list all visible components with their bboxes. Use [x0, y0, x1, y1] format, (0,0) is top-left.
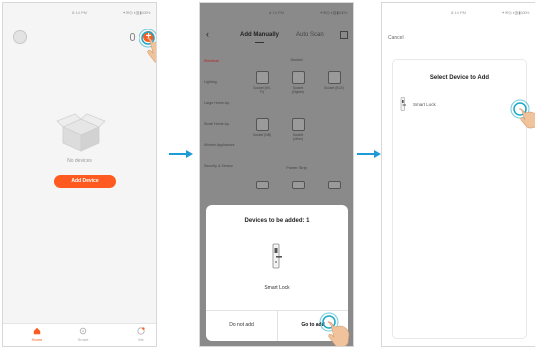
tap-hand-icon	[139, 29, 156, 63]
smart-lock-icon	[272, 243, 282, 269]
grid-item[interactable]: Socket (other)	[288, 118, 308, 141]
socket-icon	[327, 71, 341, 84]
status-bar: 8:14 PM ✦ ✉ ◎ ◑ ▥ ▮ 100%	[200, 9, 353, 17]
tap-hand-icon	[319, 312, 350, 346]
status-icons: ✦ ✉ ◎ ◑ ▥ ▮ 100%	[122, 10, 151, 15]
sheet-title: Devices to be added: 1	[244, 218, 310, 224]
grid-item[interactable]: Socket (BLE)	[324, 71, 344, 90]
home-avatar-icon[interactable]	[13, 30, 27, 44]
tab-me[interactable]: Me	[121, 327, 156, 342]
sidebar-item-small-home[interactable]: Small Home Ap.	[200, 116, 240, 137]
add-device-button[interactable]: Add Device	[54, 175, 116, 188]
socket-icon	[291, 71, 305, 84]
sidebar-item-electrical[interactable]: Electrical	[200, 53, 240, 74]
grid-item-label: Socket (NB)	[252, 133, 272, 137]
power-strip-icon	[291, 181, 305, 189]
sidebar-item-kitchen[interactable]: Kitchen Appliances	[200, 137, 240, 158]
device-list-item[interactable]: Smart Lock	[413, 102, 436, 107]
smart-icon	[79, 327, 87, 335]
device-label: Smart Lock	[264, 285, 290, 291]
tab-home-label: Home	[31, 337, 43, 342]
status-bar: 8:14 PM ✦ ✉ ◎ ◑ ▥ ▮ 100%	[3, 9, 156, 17]
tab-auto-scan[interactable]: Auto Scan	[296, 32, 324, 38]
tab-smart[interactable]: Smart	[63, 327, 103, 342]
select-device-panel: Select Device to Add Smart Lock	[392, 59, 527, 339]
power-strip-icon	[255, 181, 269, 189]
grid-item[interactable]: Socket (NB)	[252, 118, 272, 137]
sidebar-item-security[interactable]: Security & Sensor	[200, 158, 240, 179]
arrow-right-icon	[357, 150, 381, 158]
grid-item[interactable]: Socket (Zigbee)	[288, 71, 308, 94]
tab-home[interactable]: Home	[17, 327, 57, 342]
tap-hand-icon	[510, 99, 535, 129]
grid-item[interactable]	[288, 181, 308, 191]
power-strip-icon	[327, 181, 341, 189]
section-title: Power Strip	[286, 165, 307, 170]
grid-item[interactable]: Socket (Wi-Fi)	[252, 71, 272, 94]
tab-smart-label: Smart	[77, 337, 89, 342]
home-screen: 8:14 PM ✦ ✉ ◎ ◑ ▥ ▮ 100% + No devices Ad…	[2, 2, 157, 347]
microphone-icon[interactable]	[130, 33, 135, 41]
empty-box-icon	[56, 113, 106, 152]
back-icon[interactable]: ‹	[206, 29, 209, 39]
status-icons: ✦ ✉ ◎ ◑ ▥ ▮ 100%	[501, 10, 530, 15]
status-bar: 8:14 PM ✦ ✉ ◎ ◑ ▥ ▮ 100%	[382, 9, 535, 17]
smart-lock-icon	[400, 97, 406, 111]
grid-item-label: Socket (Wi-Fi)	[253, 86, 271, 94]
empty-state-text: No devices	[67, 158, 92, 164]
home-icon	[33, 327, 41, 335]
add-manually-screen: 8:14 PM ✦ ✉ ◎ ◑ ▥ ▮ 100% ‹ Add Manually …	[199, 2, 354, 347]
panel-title: Select Device to Add	[429, 75, 490, 81]
sidebar-item-large-home[interactable]: Large Home Ap.	[200, 95, 240, 116]
select-device-screen: 8:14 PM ✦ ✉ ◎ ◑ ▥ ▮ 100% Cancel Select D…	[381, 2, 535, 347]
grid-item-label: Socket (Zigbee)	[291, 86, 305, 94]
grid-item[interactable]	[252, 181, 272, 191]
grid-item-label: Socket (BLE)	[324, 86, 344, 90]
grid-item-label: Socket (other)	[292, 133, 304, 141]
status-icons: ✦ ✉ ◎ ◑ ▥ ▮ 100%	[319, 10, 348, 15]
category-sidebar: Electrical Lighting Large Home Ap. Small…	[200, 53, 240, 179]
arrow-right-icon	[169, 150, 193, 158]
tab-add-manually[interactable]: Add Manually	[240, 32, 279, 43]
section-title: Socket	[290, 57, 303, 62]
me-icon	[137, 327, 145, 335]
tab-me-label: Me	[138, 337, 144, 342]
socket-icon	[291, 118, 305, 131]
grid-item[interactable]	[324, 181, 344, 191]
do-not-add-button[interactable]: Do not add	[206, 322, 277, 328]
sidebar-item-lighting[interactable]: Lighting	[200, 74, 240, 95]
socket-icon	[255, 118, 269, 131]
cancel-button[interactable]: Cancel	[388, 35, 404, 41]
socket-icon	[255, 71, 269, 84]
bottom-tab-bar: Home Smart Me	[3, 323, 156, 346]
scan-icon[interactable]	[340, 31, 348, 39]
add-device-header: ‹ Add Manually Auto Scan	[200, 25, 353, 45]
